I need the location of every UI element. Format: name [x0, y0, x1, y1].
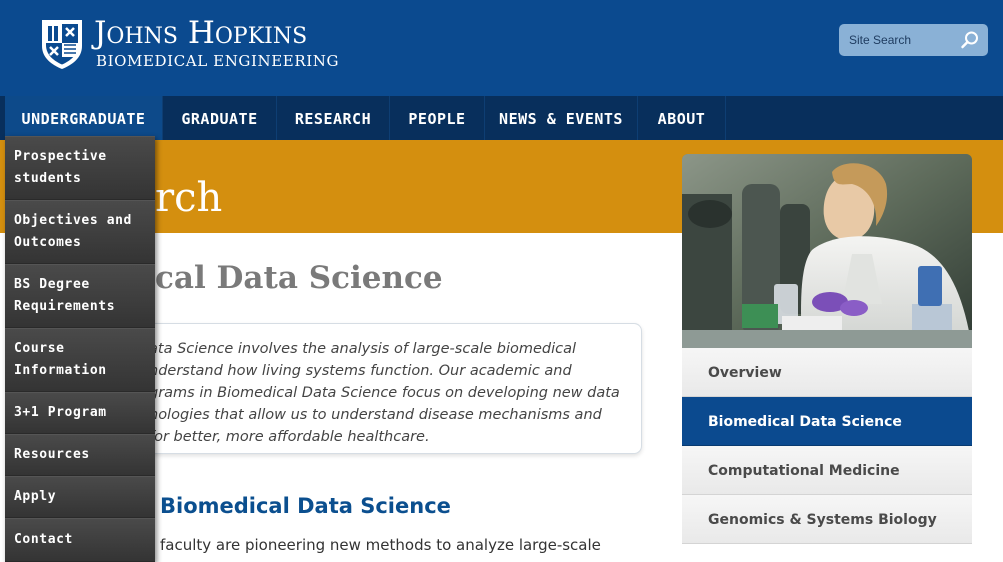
section-subnav: Overview Biomedical Data Science Computa…	[682, 348, 972, 544]
search-input[interactable]	[839, 24, 959, 56]
intro-line: nologies that allow us to understand dis…	[149, 407, 602, 423]
lab-researcher-photo	[682, 154, 972, 348]
dropdown-item-label: Apply	[14, 489, 57, 504]
photo-illustration	[682, 154, 972, 348]
dropdown-item-label: BS Degree Requirements	[14, 277, 116, 314]
subnav-item-biomedical-data-science[interactable]: Biomedical Data Science	[682, 397, 972, 446]
dropdown-item-course-information[interactable]: Course Information	[5, 328, 155, 392]
intro-line: for better, more affordable healthcare.	[149, 429, 430, 445]
dropdown-item-label: Course Information	[14, 341, 107, 378]
brand-name: Johns Hopkins	[94, 15, 308, 51]
dropdown-item-label: Objectives and Outcomes	[14, 213, 132, 250]
dropdown-item-label: Prospective students	[14, 149, 107, 186]
subnav-item-overview[interactable]: Overview	[682, 348, 972, 397]
subnav-item-computational-medicine[interactable]: Computational Medicine	[682, 446, 972, 495]
intro-line: grams in Biomedical Data Science focus o…	[149, 385, 620, 401]
intro-text: ata Science involves the analysis of lar…	[149, 338, 649, 448]
subnav-item-genomics-systems-biology[interactable]: Genomics & Systems Biology	[682, 495, 972, 544]
site-search	[839, 24, 988, 56]
nav-graduate[interactable]: GRADUATE	[163, 96, 277, 140]
nav-news-events[interactable]: NEWS & EVENTS	[485, 96, 638, 140]
site-header: Johns Hopkins BIOMEDICAL ENGINEERING	[0, 0, 1003, 96]
intro-line: ata Science involves the analysis of lar…	[149, 341, 577, 357]
shield-logo-icon	[42, 20, 82, 69]
dropdown-item-label: 3+1 Program	[14, 405, 107, 420]
search-icon[interactable]	[960, 30, 980, 50]
main-nav: UNDERGRADUATE GRADUATE RESEARCH PEOPLE N…	[0, 96, 1003, 140]
brand-department: BIOMEDICAL ENGINEERING	[96, 52, 340, 70]
dropdown-item-3plus1-program[interactable]: 3+1 Program	[5, 392, 155, 434]
intro-line: nderstand how living systems function. O…	[149, 363, 572, 379]
body-paragraph: faculty are pioneering new methods to an…	[160, 536, 601, 554]
dropdown-item-objectives-outcomes[interactable]: Objectives and Outcomes	[5, 200, 155, 264]
dropdown-item-prospective-students[interactable]: Prospective students	[5, 136, 155, 200]
nav-about[interactable]: ABOUT	[638, 96, 726, 140]
dropdown-item-resources[interactable]: Resources	[5, 434, 155, 476]
site-logo[interactable]: Johns Hopkins BIOMEDICAL ENGINEERING	[38, 14, 338, 76]
dropdown-item-contact[interactable]: Contact	[5, 518, 155, 562]
undergraduate-dropdown-menu: Prospective students Objectives and Outc…	[5, 136, 155, 562]
intro-callout: ata Science involves the analysis of lar…	[120, 323, 642, 454]
dropdown-item-apply[interactable]: Apply	[5, 476, 155, 518]
section-heading: Biomedical Data Science	[160, 494, 451, 518]
page-title: cal Data Science	[155, 260, 443, 296]
dropdown-item-label: Resources	[14, 447, 90, 462]
nav-people[interactable]: PEOPLE	[390, 96, 485, 140]
nav-research[interactable]: RESEARCH	[277, 96, 390, 140]
dropdown-item-label: Contact	[14, 532, 73, 547]
banner-title: rch	[155, 175, 223, 221]
dropdown-item-bs-degree-requirements[interactable]: BS Degree Requirements	[5, 264, 155, 328]
nav-undergraduate[interactable]: UNDERGRADUATE	[5, 96, 163, 140]
